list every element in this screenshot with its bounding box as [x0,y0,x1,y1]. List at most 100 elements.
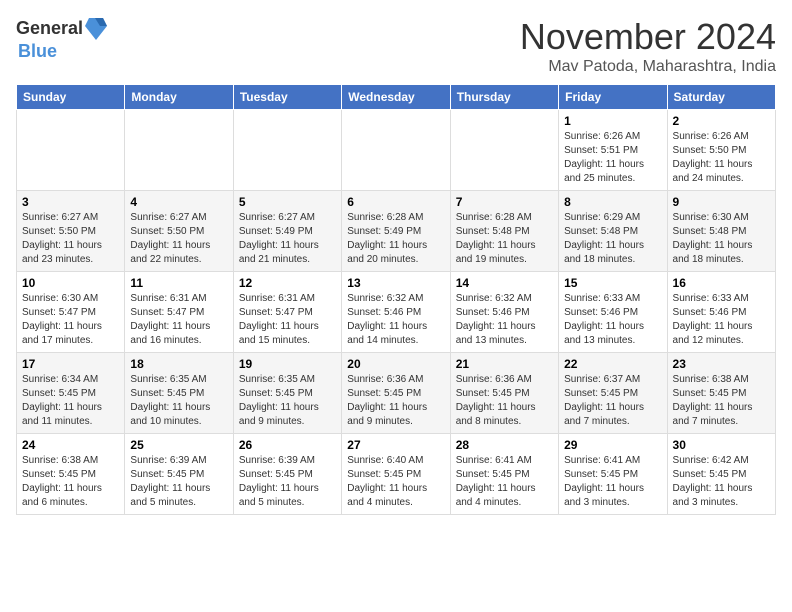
title-block: November 2024 Mav Patoda, Maharashtra, I… [520,16,776,76]
calendar-cell: 16 Sunrise: 6:33 AM Sunset: 5:46 PM Dayli… [667,272,775,353]
calendar-cell: 30 Sunrise: 6:42 AM Sunset: 5:45 PM Dayli… [667,434,775,515]
weekday-header-wednesday: Wednesday [342,85,450,110]
day-number: 5 [239,195,336,209]
calendar-cell: 28Sunrise: 6:41 AM Sunset: 5:45 PM Dayli… [450,434,558,515]
calendar-week-row: 10Sunrise: 6:30 AM Sunset: 5:47 PM Dayli… [17,272,776,353]
calendar-week-row: 17 Sunrise: 6:34 AM Sunset: 5:45 PM Dayli… [17,353,776,434]
day-number: 17 [22,357,119,371]
day-info: Sunrise: 6:28 AM Sunset: 5:48 PM Dayligh… [456,211,553,267]
day-info: Sunrise: 6:37 AM Sunset: 5:45 PM Dayligh… [564,373,661,429]
calendar-table: SundayMondayTuesdayWednesdayThursdayFrid… [16,84,776,515]
calendar-cell [17,110,125,191]
day-info: Sunrise: 6:27 AM Sunset: 5:50 PM Dayligh… [130,211,227,267]
day-number: 4 [130,195,227,209]
calendar-cell: 15 Sunrise: 6:33 AM Sunset: 5:46 PM Dayli… [559,272,667,353]
weekday-header-tuesday: Tuesday [233,85,341,110]
day-number: 25 [130,438,227,452]
day-number: 18 [130,357,227,371]
day-number: 23 [673,357,770,371]
day-info: Sunrise: 6:40 AM Sunset: 5:45 PM Dayligh… [347,454,444,510]
day-number: 22 [564,357,661,371]
calendar-cell: 26 Sunrise: 6:39 AM Sunset: 5:45 PM Dayli… [233,434,341,515]
day-info: Sunrise: 6:39 AM Sunset: 5:45 PM Dayligh… [130,454,227,510]
calendar-cell: 22 Sunrise: 6:37 AM Sunset: 5:45 PM Dayli… [559,353,667,434]
day-info: Sunrise: 6:27 AM Sunset: 5:49 PM Dayligh… [239,211,336,267]
day-info: Sunrise: 6:27 AM Sunset: 5:50 PM Dayligh… [22,211,119,267]
calendar-cell: 2 Sunrise: 6:26 AM Sunset: 5:50 PM Daylig… [667,110,775,191]
day-number: 16 [673,276,770,290]
day-number: 6 [347,195,444,209]
calendar-cell: 10Sunrise: 6:30 AM Sunset: 5:47 PM Dayli… [17,272,125,353]
day-info: Sunrise: 6:39 AM Sunset: 5:45 PM Dayligh… [239,454,336,510]
day-info: Sunrise: 6:41 AM Sunset: 5:45 PM Dayligh… [564,454,661,510]
day-info: Sunrise: 6:38 AM Sunset: 5:45 PM Dayligh… [22,454,119,510]
calendar-cell: 5 Sunrise: 6:27 AM Sunset: 5:49 PM Daylig… [233,191,341,272]
day-number: 21 [456,357,553,371]
location-title: Mav Patoda, Maharashtra, India [520,58,776,76]
weekday-header-thursday: Thursday [450,85,558,110]
day-info: Sunrise: 6:36 AM Sunset: 5:45 PM Dayligh… [347,373,444,429]
day-number: 26 [239,438,336,452]
day-info: Sunrise: 6:31 AM Sunset: 5:47 PM Dayligh… [130,292,227,348]
day-number: 12 [239,276,336,290]
weekday-header-monday: Monday [125,85,233,110]
day-info: Sunrise: 6:34 AM Sunset: 5:45 PM Dayligh… [22,373,119,429]
calendar-cell: 29Sunrise: 6:41 AM Sunset: 5:45 PM Dayli… [559,434,667,515]
page-header: General Blue November 2024 Mav Patoda, M… [16,16,776,76]
calendar-cell: 25 Sunrise: 6:39 AM Sunset: 5:45 PM Dayli… [125,434,233,515]
day-info: Sunrise: 6:35 AM Sunset: 5:45 PM Dayligh… [130,373,227,429]
calendar-week-row: 3 Sunrise: 6:27 AM Sunset: 5:50 PM Daylig… [17,191,776,272]
calendar-cell: 3 Sunrise: 6:27 AM Sunset: 5:50 PM Daylig… [17,191,125,272]
day-info: Sunrise: 6:41 AM Sunset: 5:45 PM Dayligh… [456,454,553,510]
calendar-cell: 12 Sunrise: 6:31 AM Sunset: 5:47 PM Dayli… [233,272,341,353]
calendar-body: 1Sunrise: 6:26 AM Sunset: 5:51 PM Daylig… [17,110,776,515]
day-number: 20 [347,357,444,371]
day-number: 11 [130,276,227,290]
calendar-cell: 18 Sunrise: 6:35 AM Sunset: 5:45 PM Dayli… [125,353,233,434]
day-info: Sunrise: 6:33 AM Sunset: 5:46 PM Dayligh… [673,292,770,348]
calendar-cell [450,110,558,191]
calendar-cell: 23Sunrise: 6:38 AM Sunset: 5:45 PM Dayli… [667,353,775,434]
calendar-cell: 11 Sunrise: 6:31 AM Sunset: 5:47 PM Dayli… [125,272,233,353]
calendar-cell: 21 Sunrise: 6:36 AM Sunset: 5:45 PM Dayli… [450,353,558,434]
logo: General Blue [16,16,107,62]
day-number: 8 [564,195,661,209]
day-info: Sunrise: 6:35 AM Sunset: 5:45 PM Dayligh… [239,373,336,429]
calendar-cell: 13Sunrise: 6:32 AM Sunset: 5:46 PM Dayli… [342,272,450,353]
calendar-cell: 8 Sunrise: 6:29 AM Sunset: 5:48 PM Daylig… [559,191,667,272]
day-number: 24 [22,438,119,452]
month-title: November 2024 [520,16,776,58]
calendar-cell: 9 Sunrise: 6:30 AM Sunset: 5:48 PM Daylig… [667,191,775,272]
day-info: Sunrise: 6:36 AM Sunset: 5:45 PM Dayligh… [456,373,553,429]
day-number: 3 [22,195,119,209]
day-number: 14 [456,276,553,290]
day-number: 15 [564,276,661,290]
day-number: 1 [564,114,661,128]
day-info: Sunrise: 6:31 AM Sunset: 5:47 PM Dayligh… [239,292,336,348]
day-info: Sunrise: 6:33 AM Sunset: 5:46 PM Dayligh… [564,292,661,348]
calendar-cell: 1Sunrise: 6:26 AM Sunset: 5:51 PM Daylig… [559,110,667,191]
day-info: Sunrise: 6:32 AM Sunset: 5:46 PM Dayligh… [347,292,444,348]
calendar-cell [342,110,450,191]
calendar-cell: 4 Sunrise: 6:27 AM Sunset: 5:50 PM Daylig… [125,191,233,272]
day-number: 30 [673,438,770,452]
day-info: Sunrise: 6:26 AM Sunset: 5:50 PM Dayligh… [673,130,770,186]
day-info: Sunrise: 6:30 AM Sunset: 5:48 PM Dayligh… [673,211,770,267]
day-number: 10 [22,276,119,290]
weekday-header-row: SundayMondayTuesdayWednesdayThursdayFrid… [17,85,776,110]
day-number: 2 [673,114,770,128]
calendar-cell [125,110,233,191]
day-info: Sunrise: 6:42 AM Sunset: 5:45 PM Dayligh… [673,454,770,510]
day-number: 7 [456,195,553,209]
calendar-cell: 17 Sunrise: 6:34 AM Sunset: 5:45 PM Dayli… [17,353,125,434]
calendar-cell: 24 Sunrise: 6:38 AM Sunset: 5:45 PM Dayli… [17,434,125,515]
calendar-cell: 20 Sunrise: 6:36 AM Sunset: 5:45 PM Dayli… [342,353,450,434]
day-number: 27 [347,438,444,452]
calendar-cell: 27 Sunrise: 6:40 AM Sunset: 5:45 PM Dayli… [342,434,450,515]
weekday-header-friday: Friday [559,85,667,110]
day-info: Sunrise: 6:28 AM Sunset: 5:49 PM Dayligh… [347,211,444,267]
day-number: 9 [673,195,770,209]
calendar-cell: 7 Sunrise: 6:28 AM Sunset: 5:48 PM Daylig… [450,191,558,272]
weekday-header-sunday: Sunday [17,85,125,110]
day-info: Sunrise: 6:29 AM Sunset: 5:48 PM Dayligh… [564,211,661,267]
